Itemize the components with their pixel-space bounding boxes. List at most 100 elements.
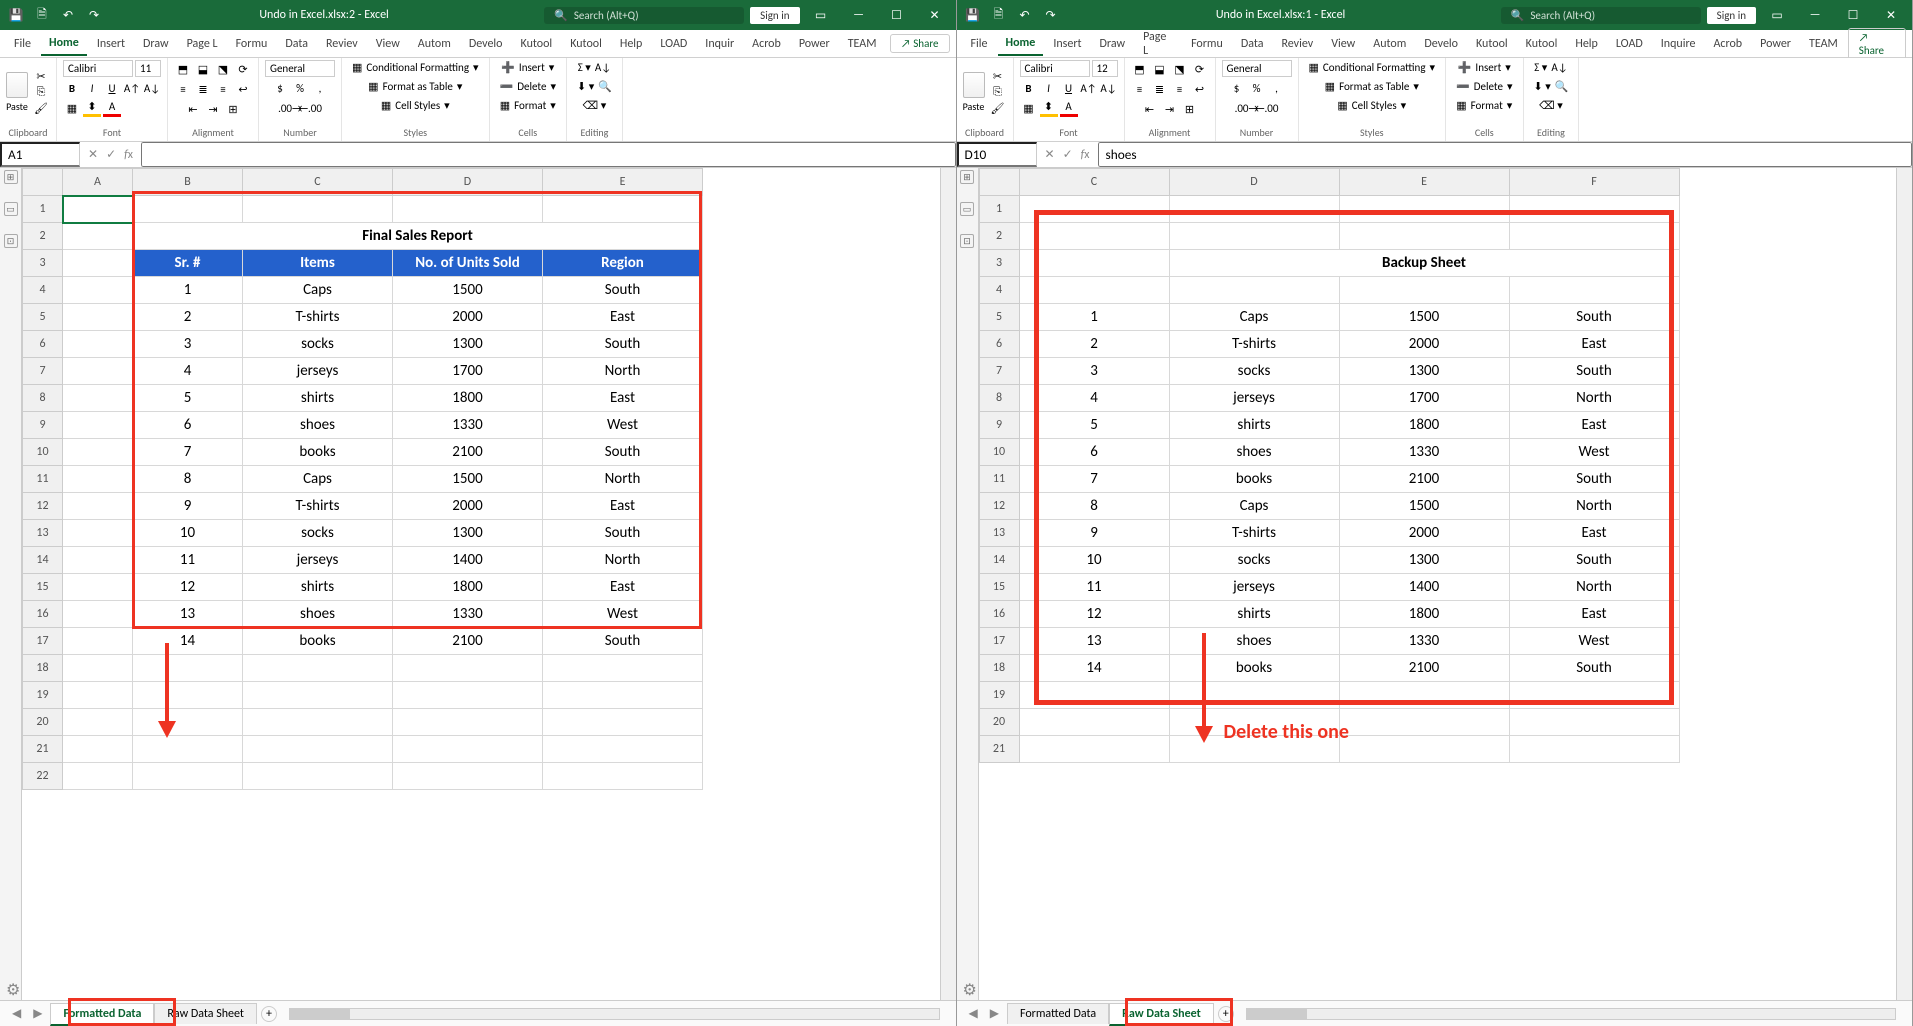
maximize-icon[interactable]: ☐ <box>882 5 912 25</box>
page-break-icon[interactable]: ⊡ <box>960 234 974 248</box>
col-header[interactable]: D <box>1169 169 1339 196</box>
cell[interactable]: East <box>1509 412 1679 439</box>
row-header[interactable]: 2 <box>23 223 63 250</box>
cell[interactable]: West <box>543 412 703 439</box>
cell[interactable]: 3 <box>133 331 243 358</box>
enter-formula-icon[interactable]: ✓ <box>106 147 116 162</box>
orientation-icon[interactable]: ⟳ <box>1191 60 1209 78</box>
cell[interactable]: books <box>1169 466 1339 493</box>
italic-button[interactable]: I <box>1040 79 1058 97</box>
cell[interactable]: 9 <box>1019 520 1169 547</box>
align-top-icon[interactable]: ⬒ <box>1131 60 1149 78</box>
row-header[interactable]: 15 <box>23 574 63 601</box>
row-header[interactable]: 21 <box>979 736 1019 763</box>
number-format-select[interactable]: General <box>1222 60 1292 77</box>
cell[interactable]: T-shirts <box>243 304 393 331</box>
cell[interactable]: socks <box>243 520 393 547</box>
page-break-icon[interactable]: ⊡ <box>4 234 18 248</box>
border-icon[interactable]: ▦ <box>1020 99 1038 117</box>
ribbon-tab-acrob[interactable]: Acrob <box>744 33 789 55</box>
cell[interactable]: 1300 <box>393 331 543 358</box>
ribbon-tab-insert[interactable]: Insert <box>89 33 133 55</box>
cell[interactable]: jerseys <box>1169 385 1339 412</box>
autosave-icon[interactable]: 🗎 <box>989 5 1009 25</box>
row-header[interactable]: 2 <box>979 223 1019 250</box>
redo-icon[interactable]: ↷ <box>84 5 104 25</box>
format-painter-icon[interactable]: 🖌 <box>989 101 1007 115</box>
align-right-icon[interactable]: ≡ <box>1171 80 1189 98</box>
align-center-icon[interactable]: ≣ <box>1151 80 1169 98</box>
cell[interactable]: 1800 <box>393 574 543 601</box>
cell[interactable]: East <box>1509 331 1679 358</box>
ribbon-tab-develo[interactable]: Develo <box>1416 33 1466 55</box>
autosave-icon[interactable]: 🗎 <box>32 5 52 25</box>
cell[interactable]: 1800 <box>1339 412 1509 439</box>
ribbon-tab-draw[interactable]: Draw <box>135 33 177 55</box>
paste-button[interactable]: Paste <box>963 72 985 113</box>
cell[interactable]: shoes <box>243 601 393 628</box>
row-header[interactable]: 3 <box>23 250 63 277</box>
cancel-formula-icon[interactable]: ✕ <box>1045 147 1055 162</box>
table-header[interactable]: Items <box>243 250 393 277</box>
row-header[interactable]: 22 <box>23 763 63 790</box>
sheet-tab[interactable]: Formatted Data <box>50 1003 154 1026</box>
font-color-icon[interactable]: A <box>103 99 121 117</box>
ribbon-tab-autom[interactable]: Autom <box>1365 33 1414 55</box>
cell[interactable]: 7 <box>1019 466 1169 493</box>
insert-cells-button[interactable]: ➕Insert ▾ <box>1454 60 1515 75</box>
gear-icon[interactable]: ⚙ <box>6 980 22 996</box>
cell[interactable]: 1330 <box>393 601 543 628</box>
sheet-nav-prev-icon[interactable]: ◀ <box>965 1006 982 1021</box>
cell[interactable]: East <box>1509 601 1679 628</box>
cell[interactable]: West <box>1509 439 1679 466</box>
align-top-icon[interactable]: ⬒ <box>174 60 192 78</box>
cell[interactable]: 2100 <box>393 439 543 466</box>
percent-icon[interactable]: % <box>1248 79 1266 97</box>
cell[interactable]: 14 <box>133 628 243 655</box>
cell[interactable]: shirts <box>1169 412 1339 439</box>
name-box[interactable] <box>0 142 80 167</box>
cell[interactable]: 6 <box>1019 439 1169 466</box>
cell[interactable]: 1500 <box>393 277 543 304</box>
sort-filter-icon[interactable]: A↓ <box>1551 61 1567 74</box>
decrease-font-icon[interactable]: A↓ <box>143 79 161 97</box>
row-header[interactable]: 10 <box>23 439 63 466</box>
row-header[interactable]: 20 <box>979 709 1019 736</box>
ribbon-options-icon[interactable]: ▭ <box>806 5 836 25</box>
row-header[interactable]: 4 <box>23 277 63 304</box>
col-header[interactable]: A <box>63 169 133 196</box>
formula-input[interactable] <box>141 142 956 167</box>
vertical-scrollbar[interactable] <box>1896 168 1912 1000</box>
percent-icon[interactable]: % <box>291 79 309 97</box>
cell[interactable]: 7 <box>133 439 243 466</box>
ribbon-tab-help[interactable]: Help <box>1567 33 1606 55</box>
table-header[interactable]: No. of Units Sold <box>393 250 543 277</box>
row-header[interactable]: 11 <box>979 466 1019 493</box>
enter-formula-icon[interactable]: ✓ <box>1063 147 1073 162</box>
cell[interactable]: 2100 <box>1339 655 1509 682</box>
row-header[interactable]: 13 <box>979 520 1019 547</box>
decrease-indent-icon[interactable]: ⇤ <box>184 100 202 118</box>
insert-cells-button[interactable]: ➕Insert ▾ <box>497 60 558 75</box>
sheet-tab[interactable]: Raw Data Sheet <box>154 1003 257 1024</box>
cell[interactable]: East <box>543 574 703 601</box>
font-color-icon[interactable]: A <box>1060 99 1078 117</box>
currency-icon[interactable]: $ <box>271 79 289 97</box>
cell[interactable]: 1400 <box>393 547 543 574</box>
cell[interactable]: 10 <box>1019 547 1169 574</box>
col-header[interactable]: C <box>1019 169 1169 196</box>
increase-font-icon[interactable]: A↑ <box>123 79 141 97</box>
cell[interactable]: 1400 <box>1339 574 1509 601</box>
cell[interactable]: 1300 <box>1339 547 1509 574</box>
cell[interactable]: 2000 <box>393 304 543 331</box>
cell[interactable]: North <box>1509 493 1679 520</box>
format-as-table-button[interactable]: ▦Format as Table ▾ <box>364 79 466 94</box>
cell[interactable]: 1300 <box>1339 358 1509 385</box>
horizontal-scrollbar[interactable] <box>289 1008 940 1020</box>
row-header[interactable]: 6 <box>979 331 1019 358</box>
comma-icon[interactable]: , <box>1268 79 1286 97</box>
increase-decimal-icon[interactable]: .00→ <box>281 99 299 117</box>
cell[interactable]: 1700 <box>393 358 543 385</box>
ribbon-tab-autom[interactable]: Autom <box>410 33 459 55</box>
ribbon-tab-page l[interactable]: Page L <box>1135 26 1181 62</box>
